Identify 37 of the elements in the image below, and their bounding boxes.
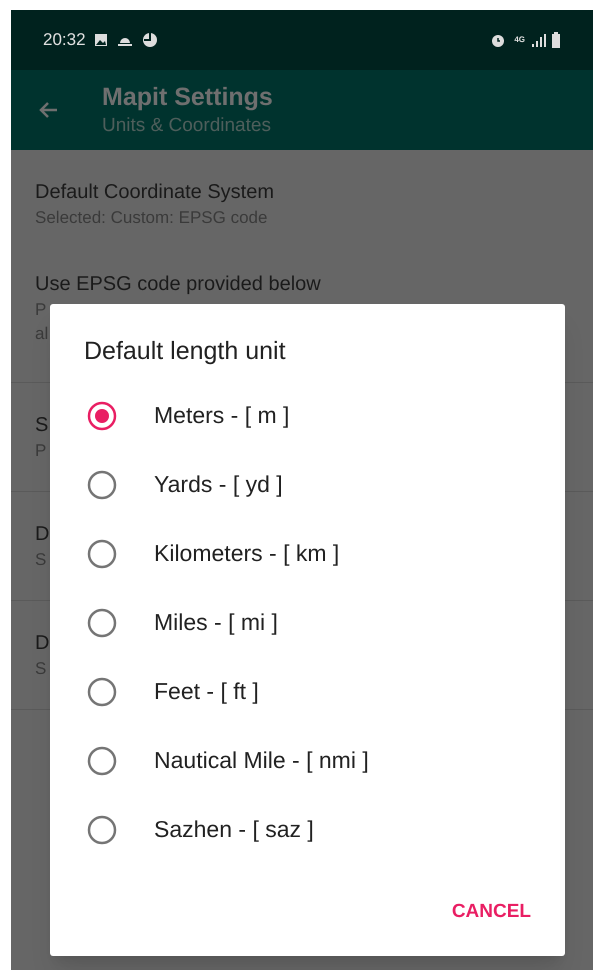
unit-option[interactable]: Kilometers - [ km ] xyxy=(50,519,565,588)
unit-option[interactable]: Miles - [ mi ] xyxy=(50,588,565,657)
setting-title: Default Coordinate System xyxy=(35,180,274,205)
radio-button[interactable] xyxy=(87,608,117,638)
signal-icon xyxy=(531,33,547,47)
option-label: Meters - [ m ] xyxy=(154,401,290,430)
radio-button[interactable] xyxy=(87,470,117,500)
unit-option[interactable]: Yards - [ yd ] xyxy=(50,450,565,519)
setting-title: S xyxy=(35,413,48,438)
dialog-title: Default length unit xyxy=(83,336,287,367)
image-icon xyxy=(94,33,108,47)
setting-title: Use EPSG code provided below xyxy=(35,272,321,297)
setting-title: D xyxy=(35,522,50,547)
option-label: Yards - [ yd ] xyxy=(154,470,283,500)
app-title: Mapit Settings xyxy=(102,82,273,113)
radio-button[interactable] xyxy=(87,400,117,430)
option-label: Nautical Mile - [ nmi ] xyxy=(154,746,369,776)
network-label: 4G xyxy=(514,34,525,46)
alarm-icon xyxy=(490,32,506,48)
circle-icon xyxy=(142,32,158,48)
option-label: Feet - [ ft ] xyxy=(154,677,259,706)
option-label: Miles - [ mi ] xyxy=(154,608,278,638)
unit-option[interactable]: Meters - [ m ] xyxy=(50,381,565,450)
radio-button[interactable] xyxy=(87,746,117,776)
app-subtitle: Units & Coordinates xyxy=(102,114,272,138)
option-label: Sazhen - [ saz ] xyxy=(154,815,314,844)
setting-title: D xyxy=(35,631,50,656)
unit-option[interactable]: Feet - [ ft ] xyxy=(50,657,565,726)
cancel-button[interactable]: CANCEL xyxy=(442,890,541,934)
option-label: Kilometers - [ km ] xyxy=(154,539,340,568)
radio-button[interactable] xyxy=(87,676,117,706)
radio-button[interactable] xyxy=(87,814,117,844)
status-time: 20:32 xyxy=(43,29,86,52)
radio-button[interactable] xyxy=(87,538,117,568)
unit-option[interactable]: Sazhen - [ saz ] xyxy=(50,795,565,864)
unit-option[interactable]: Nautical Mile - [ nmi ] xyxy=(50,726,565,795)
battery-icon xyxy=(551,32,561,48)
